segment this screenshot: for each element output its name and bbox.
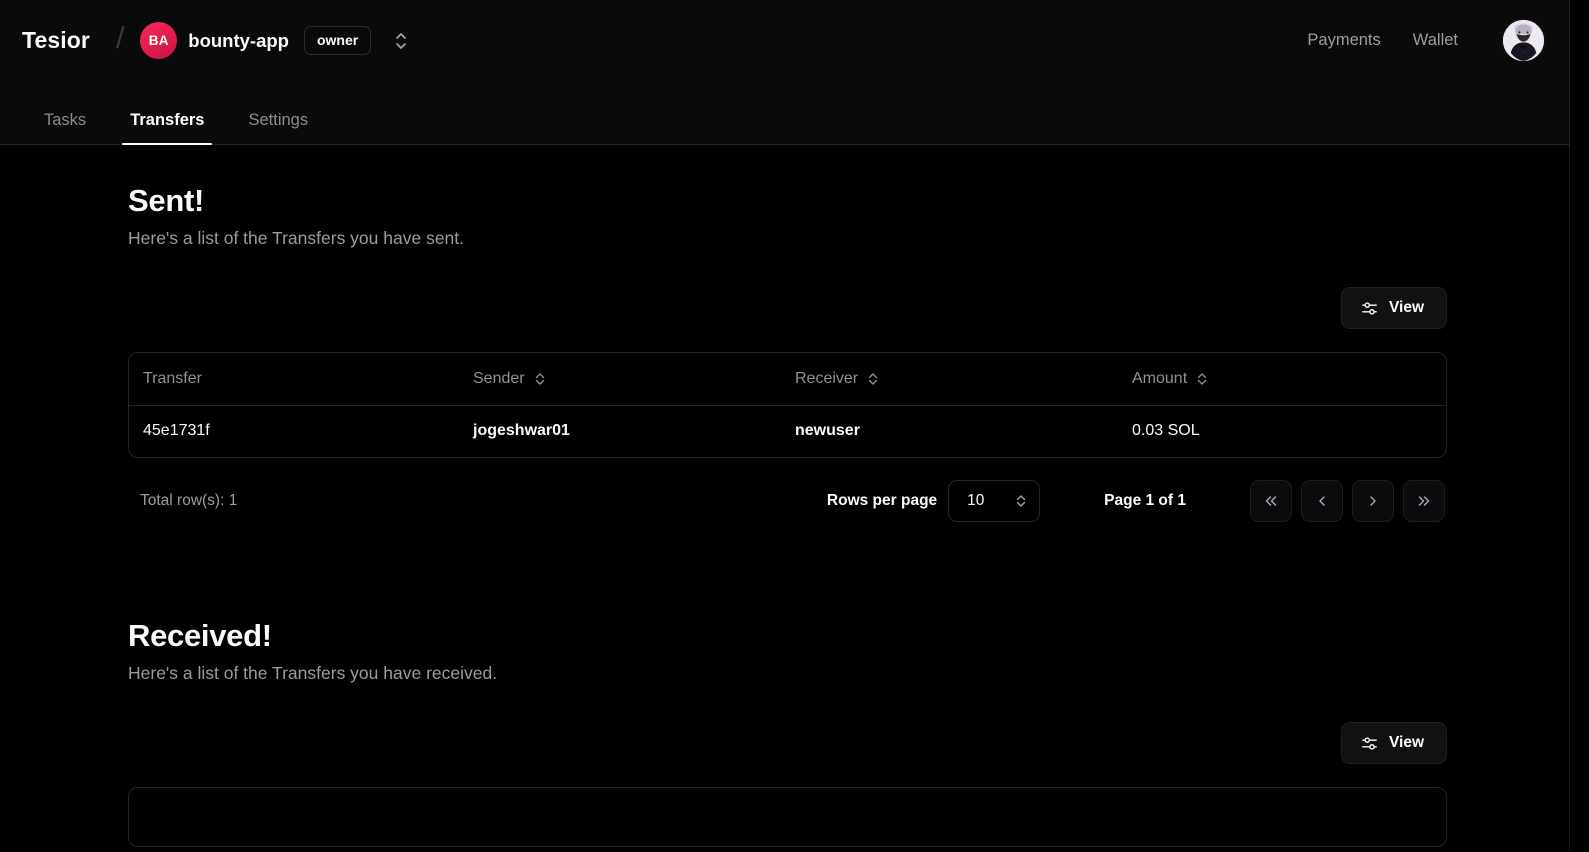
cell-amount: 0.03 SOL xyxy=(1132,422,1200,439)
table-toolbar-sent: View xyxy=(128,287,1447,329)
main-content: Sent! Here's a list of the Transfers you… xyxy=(0,145,1569,847)
table-toolbar-received: View xyxy=(128,722,1447,764)
org-name: bounty-app xyxy=(188,29,289,51)
section-sent: Sent! Here's a list of the Transfers you… xyxy=(0,183,1569,522)
chevron-up-down-icon[interactable] xyxy=(392,27,410,55)
sort-icon-sender[interactable] xyxy=(534,371,546,387)
column-label-receiver: Receiver xyxy=(795,370,859,387)
sliders-icon xyxy=(1360,299,1379,318)
primary-tabs: Tasks Transfers Settings xyxy=(0,81,1569,145)
page-description-sent: Here's a list of the Transfers you have … xyxy=(128,228,465,248)
column-header-amount[interactable]: Amount xyxy=(1118,353,1446,406)
view-options-label-sent: View xyxy=(1388,299,1424,316)
top-bar-right: Payments Wallet xyxy=(1307,19,1545,62)
rows-per-page-value: 10 xyxy=(967,492,985,509)
last-page-button[interactable] xyxy=(1403,480,1445,522)
page-title-received: Received! xyxy=(128,618,272,653)
page-indicator: Page 1 of 1 xyxy=(1104,492,1186,509)
next-page-button[interactable] xyxy=(1352,480,1394,522)
vertical-scrollbar[interactable] xyxy=(1569,0,1589,852)
tab-settings[interactable]: Settings xyxy=(226,111,330,145)
sort-icon-amount[interactable] xyxy=(1196,371,1208,387)
cell-transfer-id: 45e1731f xyxy=(143,422,210,439)
table-row[interactable]: 45e1731f jogeshwar01 newuser 0.03 SOL xyxy=(129,406,1446,458)
scroll-viewport: Tesior / BA bounty-app owner Payments Wa… xyxy=(0,0,1569,852)
view-options-button-sent[interactable]: View xyxy=(1340,287,1447,329)
sort-icon-receiver[interactable] xyxy=(867,371,879,387)
nav-link-payments[interactable]: Payments xyxy=(1307,31,1380,50)
column-label-amount: Amount xyxy=(1132,370,1188,387)
column-header-receiver[interactable]: Receiver xyxy=(781,353,1118,406)
view-options-label-received: View xyxy=(1388,734,1424,751)
chevron-up-down-icon xyxy=(1015,493,1027,509)
previous-page-button[interactable] xyxy=(1301,480,1343,522)
top-bar: Tesior / BA bounty-app owner Payments Wa… xyxy=(0,0,1569,81)
section-received: Received! Here's a list of the Transfers… xyxy=(0,618,1569,847)
transfers-table-sent: Transfer Sender Receiver Amount 45e1731f… xyxy=(128,352,1447,458)
tab-transfers[interactable]: Transfers xyxy=(108,111,226,145)
breadcrumb-separator: / xyxy=(115,21,125,55)
rows-per-page-select[interactable]: 10 xyxy=(948,480,1041,522)
column-label-transfer: Transfer xyxy=(143,370,202,387)
avatar[interactable] xyxy=(1502,19,1545,62)
tab-tasks[interactable]: Tasks xyxy=(22,111,108,145)
column-label-sender: Sender xyxy=(473,370,525,387)
transfers-table-received xyxy=(128,787,1447,847)
cell-receiver: newuser xyxy=(795,422,860,439)
rows-per-page-label: Rows per page xyxy=(826,492,938,509)
column-header-transfer: Transfer xyxy=(129,353,459,406)
app-window: Tesior / BA bounty-app owner Payments Wa… xyxy=(0,0,1589,852)
first-page-button[interactable] xyxy=(1250,480,1292,522)
pagination-sent: Total row(s): 1 Rows per page 10 Page 1 … xyxy=(128,480,1447,522)
page-description-received: Here's a list of the Transfers you have … xyxy=(128,663,498,683)
page-title-sent: Sent! xyxy=(128,183,205,218)
view-options-button-received[interactable]: View xyxy=(1340,722,1447,764)
role-badge: owner xyxy=(303,26,372,55)
org-switcher[interactable]: BA bounty-app owner xyxy=(140,22,410,59)
brand-logo[interactable]: Tesior xyxy=(22,27,90,54)
nav-link-wallet[interactable]: Wallet xyxy=(1413,31,1458,50)
org-avatar: BA xyxy=(140,22,178,59)
table-header-row: Transfer Sender Receiver Amount xyxy=(129,353,1446,406)
total-rows-label: Total row(s): 1 xyxy=(140,492,238,509)
sliders-icon xyxy=(1360,734,1379,753)
cell-sender: jogeshwar01 xyxy=(473,422,570,439)
column-header-sender[interactable]: Sender xyxy=(459,353,781,406)
